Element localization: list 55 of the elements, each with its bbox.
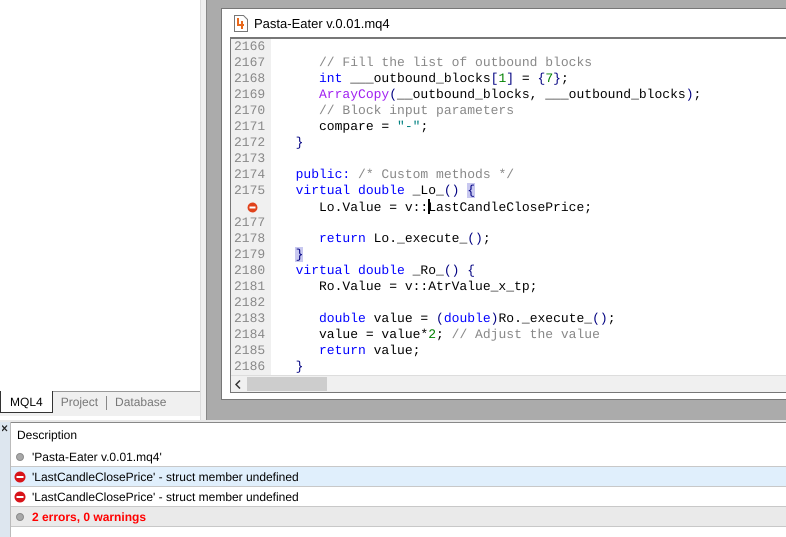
line-number: 2175: [234, 183, 266, 199]
line-number: 2174: [234, 167, 266, 183]
line-number: 2183: [234, 311, 266, 327]
line-number: 2173: [234, 151, 266, 167]
line-number: 2186: [234, 359, 266, 375]
line-number: 2184: [234, 327, 266, 343]
line-number: 2180: [234, 263, 266, 279]
horizontal-scrollbar[interactable]: [231, 375, 786, 392]
error-icon: [14, 490, 26, 502]
code-line: int ___outbound_blocks[1] = {7};: [318, 71, 569, 87]
line-number: 2181: [234, 279, 266, 295]
code-line: double value = (double)Ro._execute_();: [318, 311, 616, 327]
line-number: 2166: [234, 39, 266, 55]
info-dot-icon: [14, 450, 26, 462]
code-line: }: [294, 359, 304, 375]
line-number: 2177: [234, 215, 266, 231]
navigator-tab[interactable]: Project: [52, 391, 106, 413]
code-line: ArrayCopy(__outbound_blocks, ___outbound_blocks);: [318, 87, 702, 103]
file-icon: [234, 14, 248, 32]
scrollbar-thumb[interactable]: [247, 377, 327, 391]
line-number: 2185: [234, 343, 266, 359]
info-dot-icon: [14, 510, 26, 522]
message-text: 'Pasta-Eater v.0.01.mq4': [32, 450, 162, 464]
line-number: 2179: [234, 247, 266, 263]
code-line: virtual double _Ro_() {: [294, 263, 476, 279]
line-number: 2172: [234, 135, 266, 151]
code-line: // Block input parameters: [318, 103, 514, 119]
line-number: 2169: [234, 87, 266, 103]
code-line: Lo.Value = v::LastCandleClosePrice;: [318, 199, 592, 215]
line-number: 2167: [234, 55, 266, 71]
code-line: Ro.Value = v::AtrValue_x_tp;: [318, 279, 538, 295]
code-line: return Lo._execute_();: [318, 231, 491, 247]
code-line: return value;: [318, 343, 420, 359]
line-number: 2168: [234, 71, 266, 87]
line-number: 2171: [234, 119, 266, 135]
navigator-tab[interactable]: MQL4: [0, 391, 53, 413]
editor-tab-title[interactable]: Pasta-Eater v.0.01.mq4: [254, 16, 390, 30]
navigator-tab[interactable]: Database: [107, 391, 174, 413]
code-line: virtual double _Lo_() {: [294, 183, 476, 199]
line-number: 2182: [234, 295, 266, 311]
error-icon: [14, 470, 26, 482]
close-icon[interactable]: [2, 425, 8, 432]
message-text: 2 errors, 0 warnings: [32, 510, 146, 524]
code-line: public: /* Custom methods */: [294, 167, 514, 183]
line-number: 2178: [234, 231, 266, 247]
code-line: }: [294, 135, 304, 151]
code-line: value = value*2; // Adjust the value: [318, 327, 600, 343]
message-text: 'LastCandleClosePrice' - struct member undefined: [32, 490, 299, 504]
code-line: compare = "-";: [318, 119, 428, 135]
message-text: 'LastCandleClosePrice' - struct member undefined: [32, 470, 299, 484]
line-number: 2170: [234, 103, 266, 119]
code-line: // Fill the list of outbound blocks: [318, 55, 592, 71]
panel-splitter[interactable]: [200, 0, 207, 420]
column-header[interactable]: Description: [17, 428, 78, 442]
scroll-left-icon[interactable]: [235, 380, 241, 388]
